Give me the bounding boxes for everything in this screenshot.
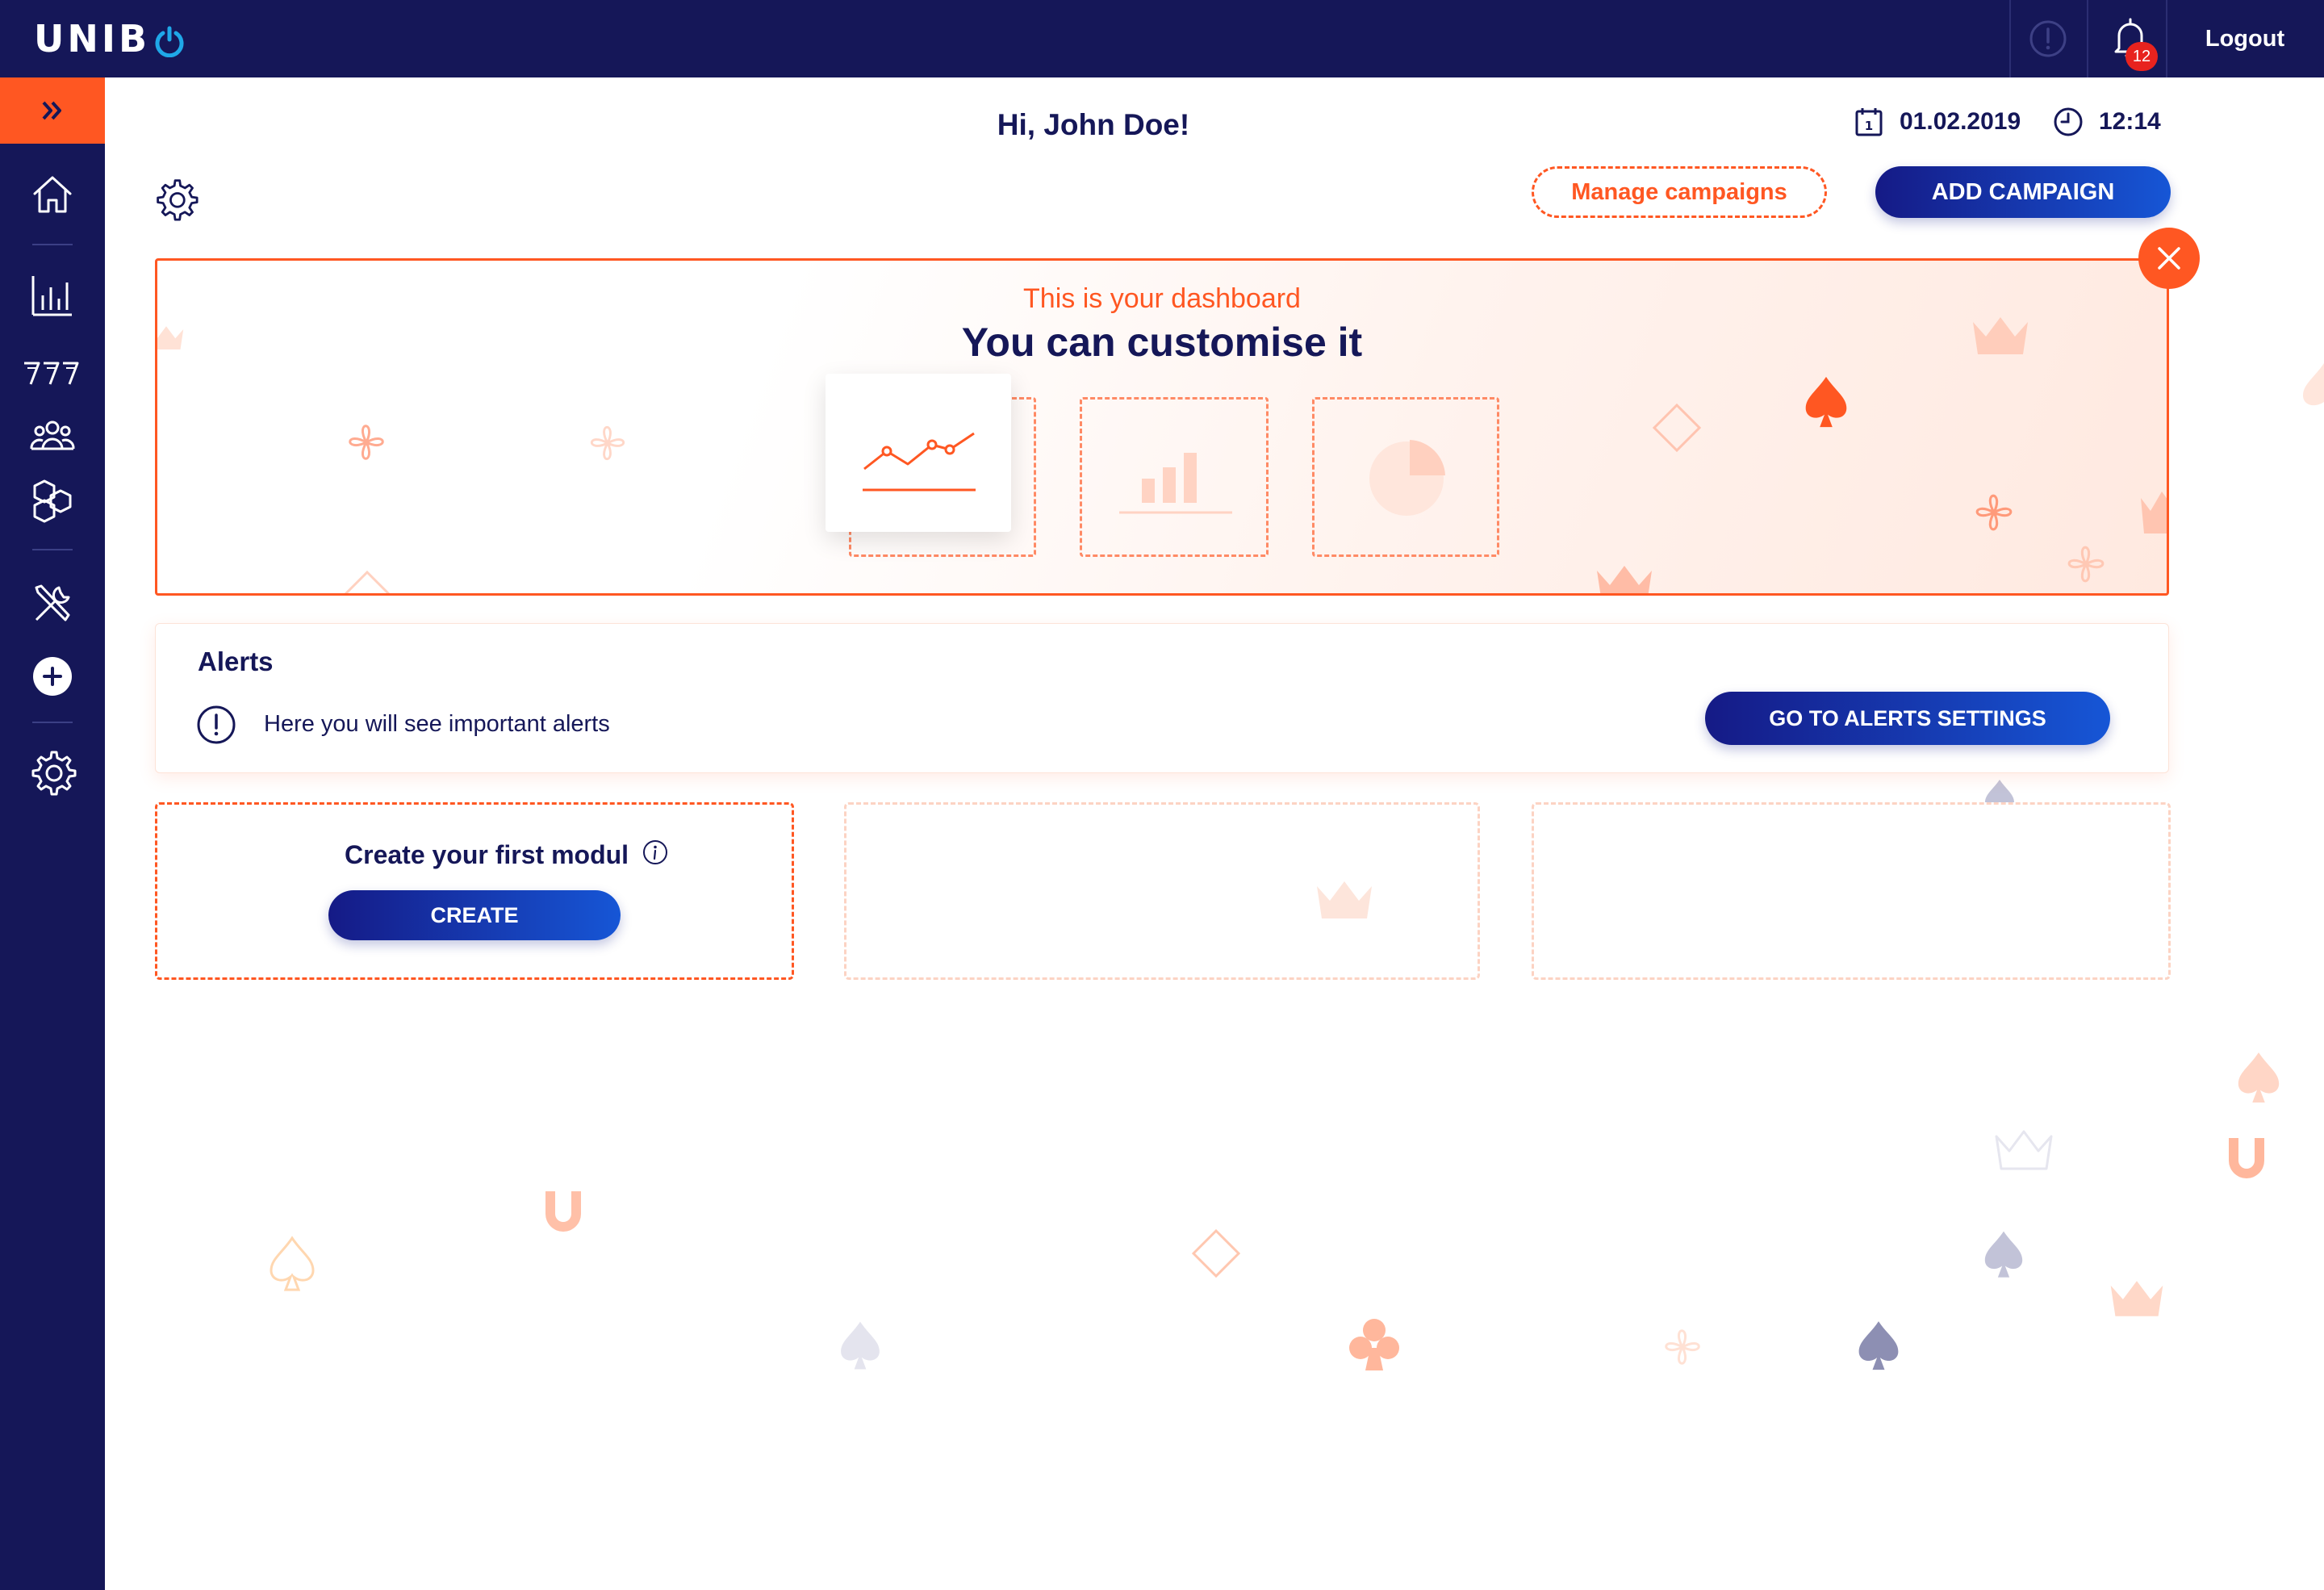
svg-text:1: 1 — [1865, 119, 1873, 133]
add-campaign-button[interactable]: ADD CAMPAIGN — [1875, 166, 2171, 218]
spade-decoration-icon — [1858, 1321, 1899, 1370]
bar-chart-icon — [31, 276, 72, 316]
calendar-icon: 1 — [1854, 107, 1883, 137]
create-module-button[interactable]: CREATE — [328, 890, 621, 940]
spade-decoration-icon — [270, 1236, 315, 1291]
slots-777-icon — [24, 362, 79, 385]
diamond-decoration-icon — [1191, 1228, 1241, 1278]
horseshoe-decoration-icon — [545, 1191, 581, 1232]
pie-chart-slot[interactable] — [1312, 397, 1499, 557]
empty-module-slot[interactable] — [1532, 802, 2171, 980]
module-title: Create your first modul — [345, 840, 629, 869]
crown-decoration-icon — [2110, 1281, 2163, 1316]
sidebar-item-slots[interactable] — [21, 349, 86, 397]
power-icon — [153, 23, 186, 58]
clover-decoration-icon — [1975, 494, 2013, 531]
close-banner-button[interactable] — [2138, 228, 2200, 289]
spade-decoration-icon — [841, 1321, 880, 1370]
line-chart-icon — [863, 432, 976, 492]
home-icon — [33, 176, 72, 213]
hexagons-icon — [33, 479, 72, 523]
bar-chart-placeholder-icon — [1119, 453, 1232, 514]
greeting: Hi, John Doe! — [997, 108, 1190, 141]
gear-icon — [157, 179, 199, 221]
divider — [2087, 0, 2088, 77]
sidebar-item-tools[interactable] — [28, 580, 77, 628]
clover-decoration-icon — [590, 425, 625, 461]
diamond-decoration-icon — [344, 571, 391, 593]
info-icon[interactable] — [642, 839, 669, 866]
alert-info-icon — [196, 705, 236, 745]
clover-decoration-icon — [349, 425, 384, 460]
empty-module-slot[interactable] — [844, 802, 1480, 980]
crown-decoration-icon — [2141, 492, 2167, 533]
pie-chart-placeholder-icon — [1369, 440, 1445, 516]
sidebar-item-statistics[interactable] — [28, 271, 77, 320]
go-to-alerts-settings-button[interactable]: GO TO ALERTS SETTINGS — [1705, 692, 2110, 745]
sidebar-divider — [32, 549, 73, 550]
alert-icon[interactable] — [2029, 19, 2067, 58]
current-time: 12:14 — [2099, 108, 2161, 135]
logout-button[interactable]: Logout — [2166, 0, 2324, 77]
dashboard-settings-button[interactable] — [153, 176, 199, 221]
sidebar-divider — [32, 244, 73, 245]
clock-icon — [2053, 107, 2084, 137]
clover-decoration-icon — [2067, 546, 2105, 583]
divider — [2009, 0, 2011, 77]
sidebar-item-add[interactable] — [28, 652, 77, 701]
banner-title: You can customise it — [961, 320, 1363, 365]
alerts-panel: Alerts Here you will see important alert… — [155, 623, 2169, 773]
users-icon — [30, 421, 75, 450]
spade-decoration-icon — [1984, 1231, 2023, 1278]
sidebar-item-settings[interactable] — [28, 747, 77, 796]
spade-decoration-icon — [1985, 780, 2014, 802]
sidebar-item-home[interactable] — [28, 169, 77, 218]
sidebar-divider — [32, 722, 73, 723]
top-bar: UNIB — [0, 0, 2324, 77]
sidebar-item-modules[interactable] — [28, 476, 77, 525]
club-decoration-icon — [1349, 1319, 1399, 1370]
spade-decoration-icon — [1805, 376, 1847, 428]
notification-badge: 12 — [2125, 42, 2158, 71]
create-module-card: Create your first modul CREATE — [155, 802, 794, 980]
spade-decoration-icon — [2303, 363, 2324, 406]
settings-icon — [31, 751, 77, 796]
sidebar-toggle-button[interactable] — [0, 77, 105, 144]
crown-decoration-icon — [1597, 566, 1652, 593]
double-chevron-right-icon — [42, 101, 61, 120]
alerts-message: Here you will see important alerts — [264, 711, 610, 737]
spade-decoration-icon — [2238, 1052, 2280, 1103]
sidebar-item-users[interactable] — [28, 412, 77, 460]
manage-campaigns-button[interactable]: Manage campaigns — [1532, 166, 1827, 218]
diamond-decoration-icon — [1652, 403, 1702, 453]
crown-decoration-icon — [1973, 317, 2028, 354]
alerts-title: Alerts — [198, 646, 274, 676]
unibo-logo[interactable]: UNIB — [34, 16, 186, 61]
crown-decoration-icon — [1995, 1130, 2053, 1170]
line-chart-widget[interactable] — [826, 374, 1011, 532]
current-date: 01.02.2019 — [1900, 108, 2021, 135]
close-icon — [2158, 247, 2180, 270]
clover-decoration-icon — [1665, 1329, 1700, 1365]
bar-chart-slot[interactable] — [1080, 397, 1269, 557]
logo-text: UNIB — [34, 17, 151, 61]
tools-icon — [35, 584, 70, 621]
horseshoe-decoration-icon — [2229, 1138, 2264, 1178]
banner-subtitle: This is your dashboard — [1023, 283, 1301, 314]
crown-decoration-icon — [157, 326, 184, 349]
add-icon — [33, 657, 72, 696]
